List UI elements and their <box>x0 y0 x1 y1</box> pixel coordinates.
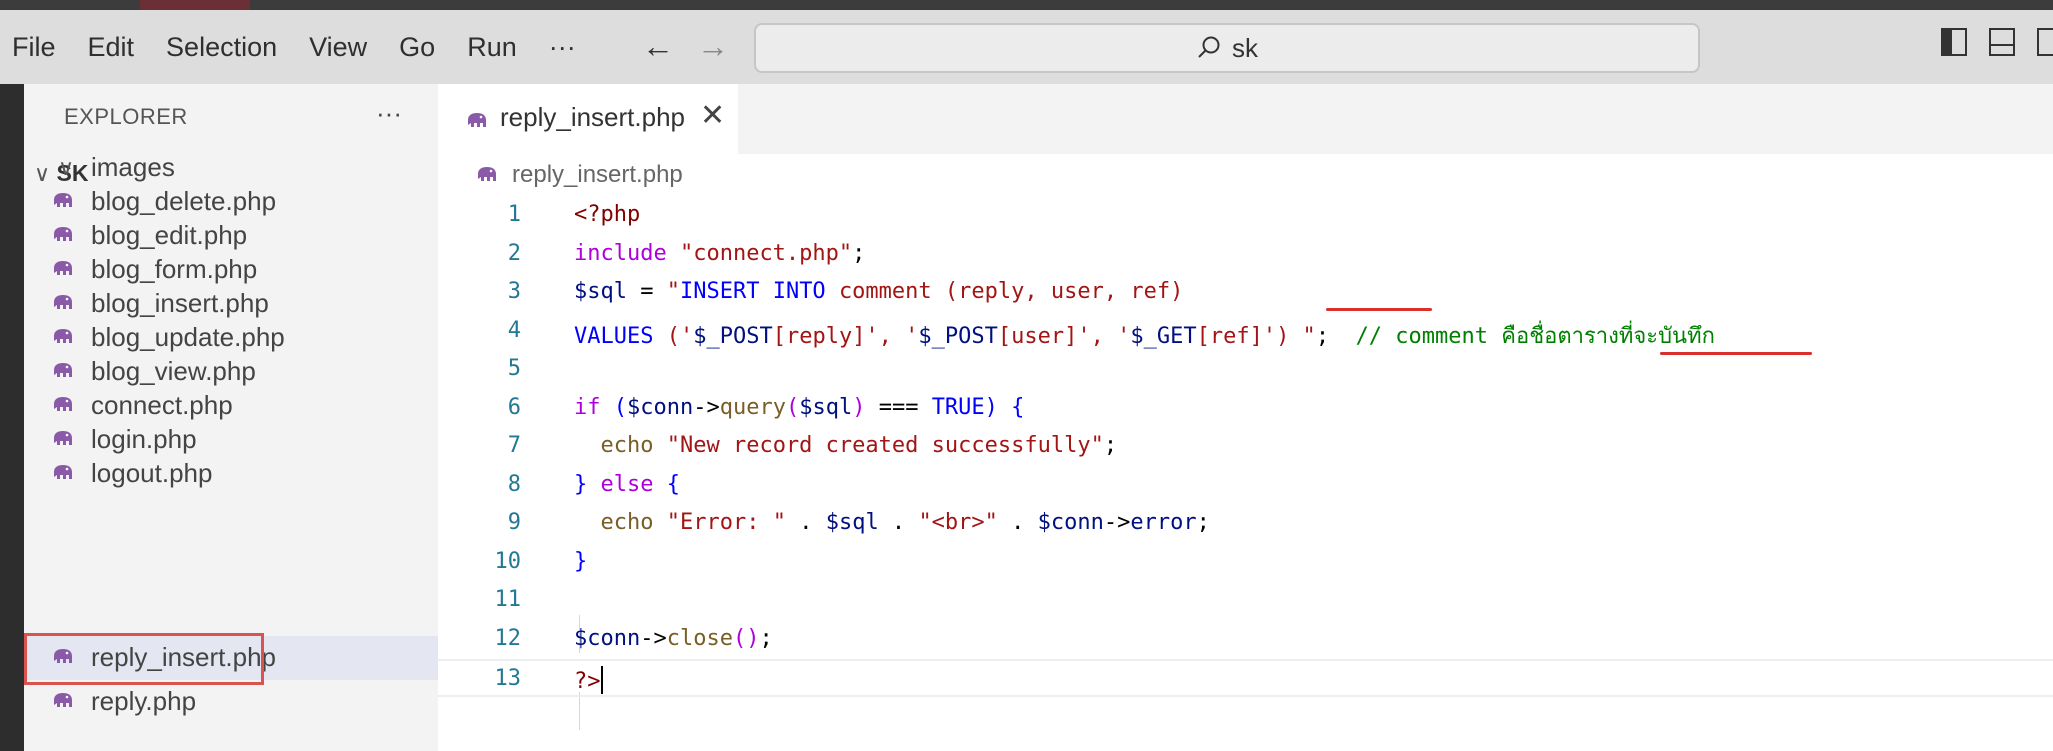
tree-item-label: logout.php <box>91 458 213 488</box>
code-line: 2 include "connect.php"; <box>438 236 2053 274</box>
window-top-strip <box>0 0 2053 10</box>
code-text: VALUES ('$_POST[reply]', '$_POST[user]',… <box>574 323 1715 349</box>
tab-label: reply_insert.php <box>500 102 685 132</box>
php-elephant-icon <box>54 363 72 377</box>
php-elephant-icon <box>54 465 72 479</box>
menu-go[interactable]: Go <box>383 10 451 84</box>
text-cursor <box>600 666 603 694</box>
menu-view[interactable]: View <box>293 10 383 84</box>
line-number: 11 <box>494 587 522 612</box>
line-number: 12 <box>494 625 522 651</box>
tree-item-label: blog_insert.php <box>91 288 269 318</box>
tree-item-label: blog_delete.php <box>91 186 277 216</box>
line-number: 9 <box>507 510 521 535</box>
menu-file[interactable]: File <box>0 10 72 84</box>
tree-item-label: blog_view.php <box>91 356 256 386</box>
menu-run[interactable]: Run <box>451 10 533 84</box>
back-arrow-icon[interactable]: ← <box>642 28 674 65</box>
toggle-panel-icon[interactable] <box>1989 28 2015 56</box>
code-line: 1 <?php <box>438 197 2053 235</box>
annotation-underline-comment <box>1326 308 1432 311</box>
code-line: 11 <box>438 582 2053 620</box>
line-number: 8 <box>507 471 521 497</box>
chevron-down-icon: ∨ <box>58 155 75 180</box>
indent-guide <box>579 692 580 730</box>
tree-item-label: blog_edit.php <box>91 220 248 250</box>
explorer-title: EXPLORER <box>64 104 188 129</box>
tree-file-logout[interactable]: logout.php <box>24 452 438 496</box>
close-icon[interactable]: ✕ <box>700 98 725 133</box>
search-text: sk <box>1232 32 1258 63</box>
line-number: 1 <box>507 202 521 227</box>
php-elephant-icon <box>478 167 496 181</box>
php-elephant-icon <box>54 193 72 207</box>
toggle-secondary-sidebar-icon[interactable] <box>2037 28 2053 56</box>
active-window-accent <box>140 0 250 10</box>
php-elephant-icon <box>54 693 72 707</box>
code-line: 3 $sql = "INSERT INTO comment (reply, us… <box>438 274 2053 312</box>
breadcrumb-file: reply_insert.php <box>512 161 683 188</box>
editor-tab-bar: reply_insert.php ✕ <box>438 84 2053 154</box>
code-text: echo "Error: " . $sql . "<br>" . $conn->… <box>600 510 1210 535</box>
php-elephant-icon <box>468 113 486 127</box>
menu-edit[interactable]: Edit <box>72 10 151 84</box>
selected-file-highlight-box <box>24 633 264 685</box>
tree-item-label: blog_form.php <box>91 254 258 284</box>
php-close-tag: ?> <box>574 669 601 694</box>
php-elephant-icon <box>54 227 72 241</box>
code-line: 10 } <box>438 544 2053 582</box>
tree-item-label: login.php <box>91 424 197 454</box>
line-number: 6 <box>507 394 521 420</box>
line-number: 5 <box>507 356 521 381</box>
line-number: 7 <box>507 433 521 458</box>
line-number: 3 <box>507 279 521 304</box>
tree-item-label: reply.php <box>91 686 197 716</box>
menu-more[interactable]: ··· <box>533 10 592 84</box>
line-number: 10 <box>494 548 522 574</box>
line-number: 4 <box>507 317 521 343</box>
code-line: 7 echo "New record created successfully"… <box>438 428 2053 466</box>
code-line: 12 $conn->close(); <box>438 621 2053 659</box>
code-line: 5 <box>438 351 2053 389</box>
menu-selection[interactable]: Selection <box>150 10 293 84</box>
code-text: include "connect.php"; <box>574 240 866 266</box>
tab-reply-insert[interactable]: reply_insert.php ✕ <box>438 84 738 154</box>
tree-item-label: connect.php <box>91 390 233 420</box>
code-text: } <box>574 548 588 574</box>
layout-controls <box>1941 28 2053 56</box>
code-line: 6 if ($conn->query($sql) === TRUE) { <box>438 390 2053 428</box>
php-elephant-icon <box>54 397 72 411</box>
tree-item-label: images <box>91 152 175 182</box>
line-number: 13 <box>494 666 522 691</box>
toggle-primary-sidebar-icon[interactable] <box>1941 28 1967 56</box>
php-open-tag: <?php <box>574 202 641 227</box>
code-text: $sql = "INSERT INTO comment (reply, user… <box>574 279 1184 304</box>
php-elephant-icon <box>54 329 72 343</box>
code-text: } else { <box>574 471 680 497</box>
code-line: 4 VALUES ('$_POST[reply]', '$_POST[user]… <box>438 313 2053 351</box>
menu-bar: File Edit Selection View Go Run ··· <box>0 10 592 84</box>
title-bar: File Edit Selection View Go Run ··· ← → … <box>0 10 2053 84</box>
php-elephant-icon <box>54 261 72 275</box>
code-text: if ($conn->query($sql) === TRUE) { <box>574 394 1025 420</box>
php-elephant-icon <box>54 431 72 445</box>
code-line: 8 } else { <box>438 467 2053 505</box>
code-text: echo "New record created successfully"; <box>600 433 1118 458</box>
annotation-underline-get-ref <box>1660 352 1812 355</box>
forward-arrow-icon[interactable]: → <box>697 28 729 65</box>
code-line: 9 echo "Error: " . $sql . "<br>" . $conn… <box>438 505 2053 543</box>
command-center-search[interactable]: sk <box>754 23 1700 73</box>
search-icon <box>1198 36 1220 58</box>
activity-bar <box>0 84 24 751</box>
explorer-more-icon[interactable]: ··· <box>376 98 402 129</box>
line-number: 2 <box>507 240 521 266</box>
code-text: $conn->close(); <box>574 625 773 651</box>
code-text: ?> <box>574 666 603 694</box>
tree-file-reply[interactable]: reply.php <box>24 680 438 724</box>
php-elephant-icon <box>54 295 72 309</box>
tree-item-label: blog_update.php <box>91 322 285 352</box>
code-line-active: 13 ?> <box>438 659 2053 697</box>
code-text: <?php <box>574 202 640 227</box>
